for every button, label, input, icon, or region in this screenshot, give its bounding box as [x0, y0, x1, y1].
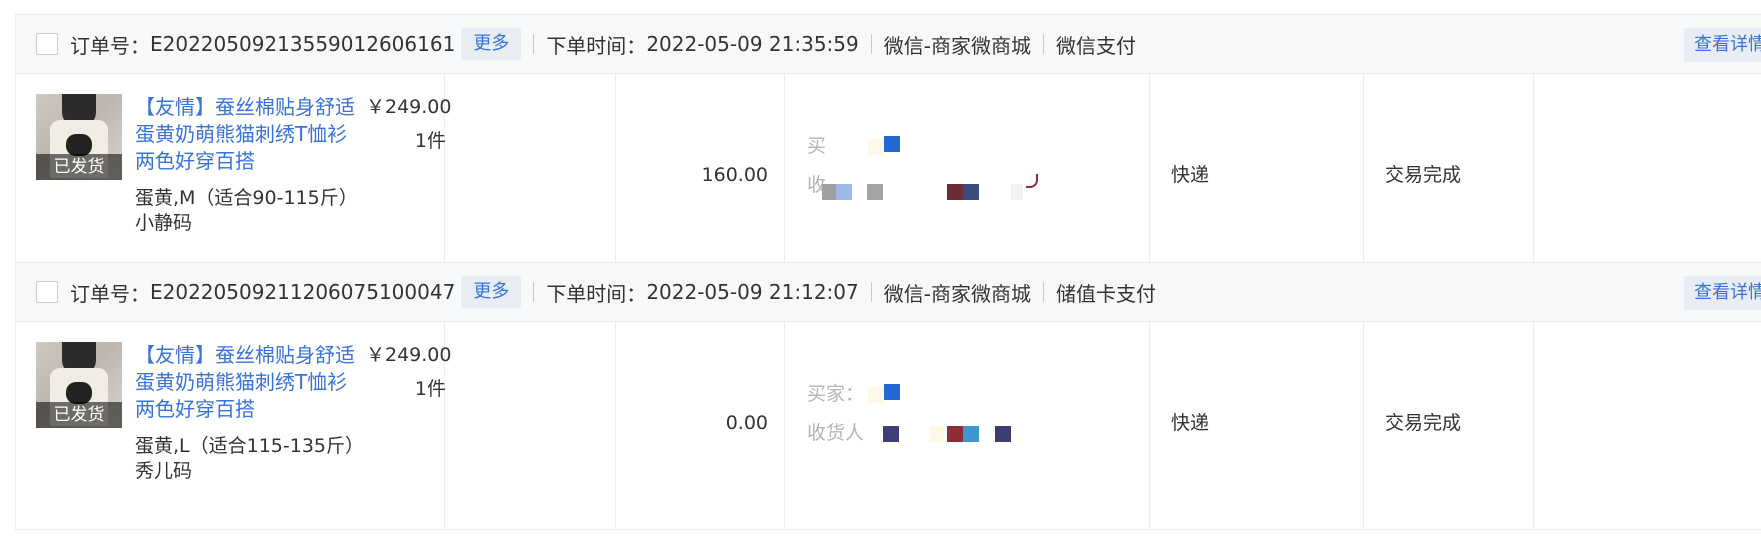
product-thumbnail[interactable]: 已发货 — [36, 342, 122, 428]
redacted-block — [884, 136, 900, 152]
thumbnail-panda — [66, 382, 92, 404]
divider — [870, 34, 872, 54]
order-number-label: 订单号： — [70, 281, 150, 306]
unit-price: ￥249.00 — [366, 96, 452, 118]
shipping-method: 快递 — [1171, 164, 1210, 186]
order-status: 交易完成 — [1385, 412, 1462, 434]
shipping-method: 快递 — [1171, 412, 1210, 434]
more-button[interactable]: 更多 — [461, 28, 522, 60]
payment-method: 微信支付 — [1055, 33, 1136, 58]
order-time: 2022-05-09 21:12:07 — [646, 280, 859, 304]
order-select-checkbox[interactable] — [36, 281, 58, 303]
order-select-checkbox[interactable] — [36, 33, 58, 55]
column-divider — [1149, 322, 1150, 529]
buyer-label: 买 — [807, 135, 827, 157]
order-time-label: 下单时间： — [546, 281, 647, 306]
shipped-badge: 已发货 — [36, 402, 122, 428]
redacted-block — [1026, 174, 1038, 188]
receiver-label: 收货人 — [807, 422, 865, 444]
column-divider — [1363, 74, 1364, 281]
redacted-block — [947, 426, 963, 442]
redacted-block — [822, 184, 836, 200]
column-divider — [784, 74, 785, 281]
sku-spec: 蛋黄,L（适合115-135斤） — [135, 435, 365, 457]
redacted-block — [947, 184, 963, 200]
order-channel: 微信-商家微商城 — [883, 33, 1031, 58]
column-divider — [784, 322, 785, 529]
quantity: 1件 — [414, 130, 446, 152]
column-divider — [1149, 74, 1150, 281]
redacted-block — [930, 426, 944, 442]
sku-note: 小静码 — [135, 212, 193, 234]
divider — [1042, 34, 1044, 54]
divider — [870, 282, 872, 302]
divider — [1042, 282, 1044, 302]
payment-method: 储值卡支付 — [1055, 281, 1156, 306]
order-header: 订单号： E20220509211206075100047 更多 下单时间： 2… — [15, 262, 1761, 322]
order-number: E20220509211206075100047 — [150, 280, 456, 304]
column-divider — [1363, 322, 1364, 529]
paid-amount: 160.00 — [701, 164, 768, 186]
redacted-block — [995, 426, 1011, 442]
redacted-block — [963, 426, 979, 442]
redacted-block — [867, 184, 883, 200]
order-body: 已发货 【友情】蚕丝棉贴身舒适蛋黄奶萌熊猫刺绣T恤衫 两色好穿百搭 蛋黄,L（适… — [15, 322, 1761, 530]
product-title-link[interactable]: 【友情】蚕丝棉贴身舒适蛋黄奶萌熊猫刺绣T恤衫 两色好穿百搭 — [135, 94, 365, 175]
order-header: 订单号： E20220509213559012606161 更多 下单时间： 2… — [15, 14, 1761, 74]
order-time: 2022-05-09 21:35:59 — [646, 32, 859, 56]
quantity: 1件 — [414, 378, 446, 400]
unit-price: ￥249.00 — [366, 344, 452, 366]
product-sku: 蛋黄,L（适合115-135斤） 秀儿码 — [135, 434, 364, 484]
order-time-label: 下单时间： — [546, 33, 647, 58]
sku-spec: 蛋黄,M（适合90-115斤） — [135, 187, 358, 209]
redacted-block — [963, 184, 979, 200]
view-details-link[interactable]: 查看详情 — [1684, 276, 1761, 310]
redacted-block — [883, 426, 899, 442]
column-divider — [1533, 322, 1534, 529]
buyer-label: 买家： — [807, 383, 865, 405]
order-number: E20220509213559012606161 — [150, 32, 456, 56]
more-button[interactable]: 更多 — [461, 276, 522, 308]
product-thumbnail[interactable]: 已发货 — [36, 94, 122, 180]
product-sku: 蛋黄,M（适合90-115斤） 小静码 — [135, 186, 358, 236]
order-channel: 微信-商家微商城 — [883, 281, 1031, 306]
view-details-link[interactable]: 查看详情 — [1684, 28, 1761, 62]
shipped-badge: 已发货 — [36, 154, 122, 180]
redacted-block — [836, 184, 852, 200]
column-divider — [1533, 74, 1534, 281]
order-body: 已发货 【友情】蚕丝棉贴身舒适蛋黄奶萌熊猫刺绣T恤衫 两色好穿百搭 蛋黄,M（适… — [15, 74, 1761, 282]
paid-amount: 0.00 — [725, 412, 768, 434]
sku-note: 秀儿码 — [135, 460, 193, 482]
thumbnail-panda — [66, 134, 92, 156]
redacted-block — [1011, 184, 1023, 200]
product-title-link[interactable]: 【友情】蚕丝棉贴身舒适蛋黄奶萌熊猫刺绣T恤衫 两色好穿百搭 — [135, 342, 365, 423]
divider — [533, 34, 535, 54]
redacted-block — [884, 384, 900, 400]
order-number-label: 订单号： — [70, 33, 150, 58]
divider — [533, 282, 535, 302]
order-status: 交易完成 — [1385, 164, 1462, 186]
